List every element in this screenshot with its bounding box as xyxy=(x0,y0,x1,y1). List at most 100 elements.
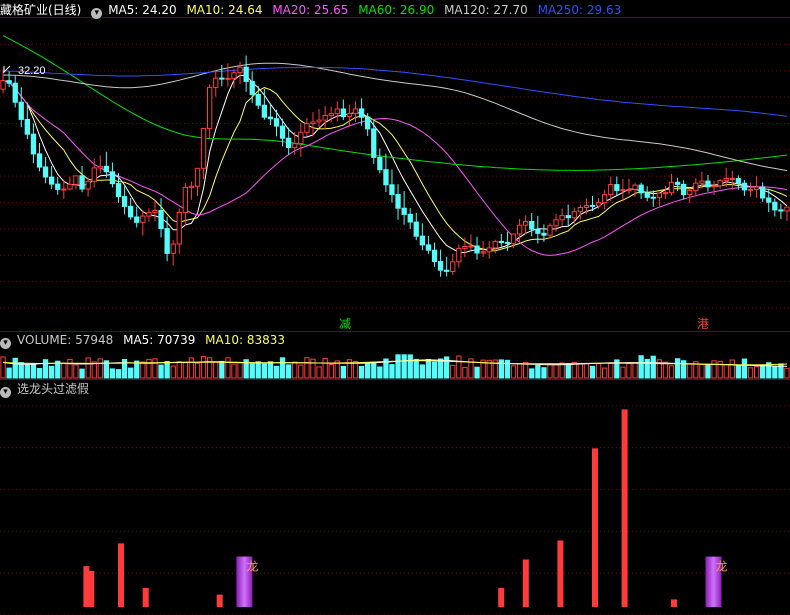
volume-bar xyxy=(498,359,505,379)
candle-body xyxy=(371,128,377,158)
candle-body xyxy=(328,113,334,116)
volume-bar xyxy=(717,360,723,379)
candle-body xyxy=(304,123,310,133)
candle-body xyxy=(358,108,365,118)
candle-body xyxy=(334,108,340,115)
candle-body xyxy=(176,211,182,245)
candle-body xyxy=(681,183,687,196)
volume-bar xyxy=(237,362,243,379)
volume-bar xyxy=(49,365,55,379)
volume-ma10-readout: MA10: 83833 xyxy=(205,333,286,347)
volume-bar xyxy=(352,360,359,379)
volume-bar xyxy=(328,363,334,379)
candle-body xyxy=(292,143,298,149)
volume-bar xyxy=(596,363,602,379)
volume-bar xyxy=(711,360,717,379)
volume-bar xyxy=(395,354,401,379)
marker-a-label: 减 xyxy=(339,317,351,331)
candle-body xyxy=(103,165,109,173)
candle-body xyxy=(632,184,638,190)
indicator-title: 选龙头过滤假 xyxy=(17,382,90,396)
volume-bar xyxy=(231,363,237,379)
volume-readout: VOLUME: 57948 xyxy=(17,333,114,347)
volume-bar xyxy=(760,364,766,379)
indicator-bar xyxy=(557,540,564,607)
collapse-icon[interactable]: ▾ xyxy=(91,8,103,19)
volume-bar xyxy=(559,362,565,379)
candle-body xyxy=(626,188,632,191)
marker-b-label: 港 xyxy=(697,317,709,331)
volume-bar xyxy=(176,361,182,379)
candle-body xyxy=(711,185,717,188)
candle-body xyxy=(474,245,480,254)
volume-bar xyxy=(754,366,760,379)
candle-body xyxy=(589,204,596,207)
ma5-readout: MA5: 24.20 xyxy=(108,3,177,17)
candle-body xyxy=(158,210,164,230)
candle-body xyxy=(286,137,292,148)
candle-body xyxy=(213,77,219,88)
candle-body xyxy=(200,127,207,169)
volume-bar xyxy=(146,358,152,379)
candle-body xyxy=(760,186,766,199)
candle-body xyxy=(565,215,571,219)
candle-body xyxy=(6,80,12,84)
candle-body xyxy=(24,118,31,135)
candle-body xyxy=(608,184,614,196)
candle-body xyxy=(146,212,152,217)
candle-body xyxy=(85,180,91,190)
candle-body xyxy=(164,228,170,254)
volume-bar xyxy=(18,362,24,379)
candle-body xyxy=(705,180,711,188)
candle-body xyxy=(723,178,729,181)
volume-bar xyxy=(255,361,261,379)
candle-body xyxy=(437,261,444,271)
volume-bar xyxy=(24,364,31,379)
volume-bar xyxy=(456,355,462,379)
candle-body xyxy=(194,167,201,187)
candle-body xyxy=(571,211,577,219)
indicator-collapse-icon[interactable]: ▾ xyxy=(0,387,11,398)
candle-body xyxy=(583,204,590,208)
volume-bar xyxy=(589,365,596,379)
indicator-dragon-label: 龙 xyxy=(716,560,728,574)
candle-body xyxy=(310,121,316,125)
volume-bar xyxy=(152,358,158,379)
indicator-bar xyxy=(118,543,124,607)
volume-collapse-icon[interactable]: ▾ xyxy=(0,338,11,349)
volume-bar xyxy=(535,365,541,379)
indicator-header: ▾ 选龙头过滤假 xyxy=(0,380,790,398)
volume-bar xyxy=(772,366,778,379)
candle-body xyxy=(12,82,18,103)
candle-body xyxy=(182,186,188,213)
candle-body xyxy=(510,233,517,244)
candle-body xyxy=(523,221,529,226)
candle-body xyxy=(638,184,644,194)
high-price-label: 32.20 xyxy=(18,65,46,77)
volume-bar xyxy=(735,364,742,379)
candle-body xyxy=(596,202,602,207)
volume-bar xyxy=(6,367,12,379)
candle-body xyxy=(675,181,681,185)
volume-bar xyxy=(182,362,188,379)
indicator-bar xyxy=(522,559,529,607)
volume-bar xyxy=(79,368,85,379)
volume-bar xyxy=(42,359,49,379)
indicator-bar xyxy=(216,594,223,607)
volume-bar xyxy=(577,362,584,379)
candle-body xyxy=(79,175,85,190)
candle-body xyxy=(547,225,553,236)
volume-bar xyxy=(316,366,322,379)
volume-bar xyxy=(413,358,419,379)
stock-title: 藏格矿业(日线) xyxy=(0,3,82,17)
candle-body xyxy=(741,182,748,191)
candle-body xyxy=(735,178,742,184)
volume-bar xyxy=(219,360,225,379)
volume-bar xyxy=(170,365,176,379)
candle-body xyxy=(498,240,505,243)
volume-bar xyxy=(517,363,523,379)
indicator-bar xyxy=(498,588,505,607)
volume-bar xyxy=(67,358,73,379)
candle-body xyxy=(729,178,735,180)
volume-bar xyxy=(565,363,571,379)
